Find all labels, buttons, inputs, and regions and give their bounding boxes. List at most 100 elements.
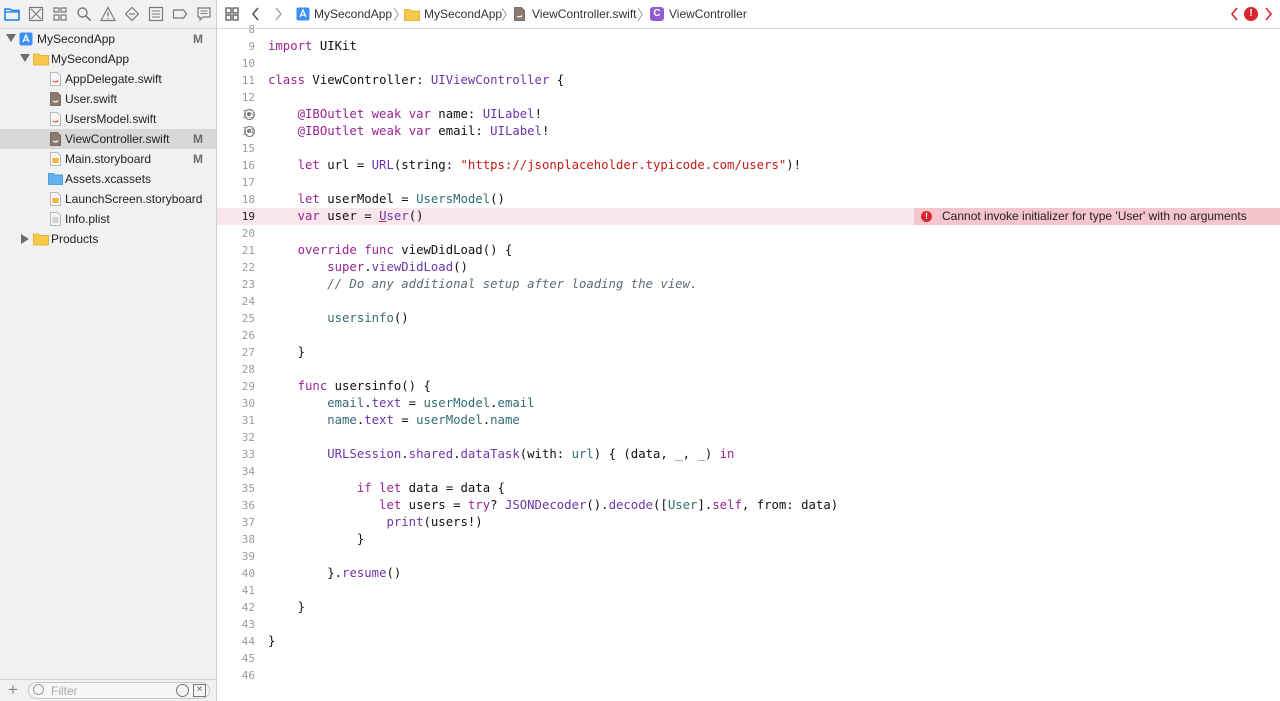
project-navigator-folder-icon[interactable]	[4, 6, 20, 22]
previous-issue-chevron-icon[interactable]	[1230, 7, 1239, 21]
code-line[interactable]: if let data = data {	[268, 480, 505, 497]
tree-row-file[interactable]: Main.storyboard M	[0, 149, 216, 169]
tree-row-project[interactable]: MySecondApp M	[0, 29, 216, 49]
jump-crumb-project[interactable]: MySecondApp	[314, 7, 392, 21]
code-token: , from: data)	[741, 498, 839, 512]
scm-filter-icon[interactable]: ×	[193, 684, 206, 697]
code-token: (string:	[393, 158, 461, 172]
code-token: text	[371, 396, 402, 410]
line-number: 31	[241, 414, 255, 427]
related-items-grid-icon[interactable]	[225, 7, 239, 21]
code-line[interactable]: import UIKit	[268, 38, 357, 55]
report-navigator-icon[interactable]	[196, 6, 212, 22]
disclosure-open-icon[interactable]	[6, 34, 16, 42]
code-line[interactable]: }	[268, 344, 305, 361]
code-token: let	[379, 481, 402, 495]
line-number: 32	[241, 431, 255, 444]
recent-files-filter-icon[interactable]	[176, 684, 189, 697]
folder-icon	[33, 233, 49, 246]
error-issue-icon[interactable]: !	[1244, 7, 1258, 21]
jump-crumb-symbol[interactable]: ViewController	[669, 7, 747, 21]
code-line[interactable]: @IBOutlet weak var name: UILabel!	[268, 106, 542, 123]
code-token: !	[541, 124, 550, 138]
code-line[interactable]: }.resume()	[268, 565, 401, 582]
tree-row-file[interactable]: Assets.xcassets	[0, 169, 216, 189]
code-token: name	[490, 413, 520, 427]
jump-crumb-group[interactable]: MySecondApp	[424, 7, 502, 21]
next-issue-chevron-icon[interactable]	[1264, 7, 1273, 21]
find-navigator-icon[interactable]	[76, 6, 92, 22]
line-number: 33	[241, 448, 255, 461]
issue-navigator-icon[interactable]	[100, 6, 116, 22]
line-number: 40	[241, 567, 255, 580]
line-number: 25	[241, 312, 255, 325]
code-token: .	[453, 447, 461, 461]
inline-error-annotation[interactable]: ! Cannot invoke initializer for type 'Us…	[914, 208, 1280, 225]
code-token: }	[268, 634, 276, 648]
code-line[interactable]: class ViewController: UIViewController {	[268, 72, 564, 89]
code-line[interactable]: }	[268, 633, 275, 650]
code-line[interactable]: var user = User()	[268, 208, 424, 225]
line-number: 24	[241, 295, 255, 308]
code-line[interactable]: name.text = userModel.name	[268, 412, 520, 429]
code-token: text	[364, 413, 394, 427]
tree-row-file-selected[interactable]: ViewController.swift M	[0, 129, 216, 149]
tree-row-file[interactable]: UsersModel.swift	[0, 109, 216, 129]
tree-row-group[interactable]: Products	[0, 229, 216, 249]
code-line[interactable]: // Do any additional setup after loading…	[268, 276, 697, 293]
breakpoint-navigator-icon[interactable]	[172, 6, 188, 22]
code-line[interactable]: URLSession.shared.dataTask(with: url) { …	[268, 446, 734, 463]
filter-input[interactable]: Filter ×	[28, 682, 210, 699]
line-number: 34	[241, 465, 255, 478]
code-line[interactable]: super.viewDidLoad()	[268, 259, 468, 276]
tree-row-file[interactable]: Info.plist	[0, 209, 216, 229]
back-chevron-icon[interactable]	[251, 7, 260, 21]
code-token: .	[364, 396, 372, 410]
code-line[interactable]: func usersinfo() {	[268, 378, 431, 395]
debug-navigator-icon[interactable]	[148, 6, 164, 22]
line-number: 21	[241, 244, 255, 257]
code-line[interactable]: let users = try? JSONDecoder().decode([U…	[268, 497, 838, 514]
code-line[interactable]: override func viewDidLoad() {	[268, 242, 513, 259]
code-token: viewDidLoad() {	[393, 243, 513, 257]
line-number: 8	[248, 23, 255, 36]
test-navigator-icon[interactable]	[124, 6, 140, 22]
code-line[interactable]: @IBOutlet weak var email: UILabel!	[268, 123, 550, 140]
source-editor[interactable]: 8 9 10 11 12 13 14 15 16 17 18 19 20 21 22 23 24 25 26 27 28…	[217, 23, 1280, 701]
code-token: shared	[408, 447, 454, 461]
folder-icon	[33, 53, 49, 66]
code-line[interactable]: }	[268, 599, 305, 616]
line-number: 18	[241, 193, 255, 206]
code-token: print	[268, 515, 424, 529]
code-token: URLSession	[268, 447, 402, 461]
add-file-button[interactable]: +	[8, 680, 18, 700]
code-line[interactable]: let url = URL(string: "https://jsonplace…	[268, 157, 801, 174]
code-line[interactable]: usersinfo()	[268, 310, 408, 327]
breadcrumb-separator-icon: 〉	[637, 7, 651, 23]
source-control-navigator-icon[interactable]	[28, 6, 44, 22]
disclosure-open-icon[interactable]	[20, 54, 30, 62]
code-line[interactable]: email.text = userModel.email	[268, 395, 534, 412]
tree-row-file[interactable]: LaunchScreen.storyboard	[0, 189, 216, 209]
swift-file-icon	[50, 132, 61, 146]
class-symbol-icon: C	[650, 7, 664, 21]
code-line[interactable]: print(users!)	[268, 514, 482, 531]
tree-row-label: MySecondApp	[37, 32, 116, 46]
tree-row-file[interactable]: AppDelegate.swift	[0, 69, 216, 89]
tree-row-group[interactable]: MySecondApp	[0, 49, 216, 69]
code-token: )!	[786, 158, 802, 172]
line-number: 12	[241, 91, 255, 104]
disclosure-closed-icon[interactable]	[21, 234, 29, 244]
forward-chevron-icon[interactable]	[274, 7, 283, 21]
tree-row-label: Products	[51, 232, 99, 246]
code-line[interactable]: let userModel = UsersModel()	[268, 191, 505, 208]
code-line[interactable]: }	[268, 531, 364, 548]
tree-row-label: Main.storyboard	[65, 152, 152, 166]
jump-crumb-file[interactable]: ViewController.swift	[532, 7, 636, 21]
code-token: ()	[386, 566, 402, 580]
line-number: 10	[241, 57, 255, 70]
tree-row-label: UsersModel.swift	[65, 112, 157, 126]
symbol-navigator-icon[interactable]	[52, 6, 68, 22]
tree-row-file[interactable]: User.swift	[0, 89, 216, 109]
